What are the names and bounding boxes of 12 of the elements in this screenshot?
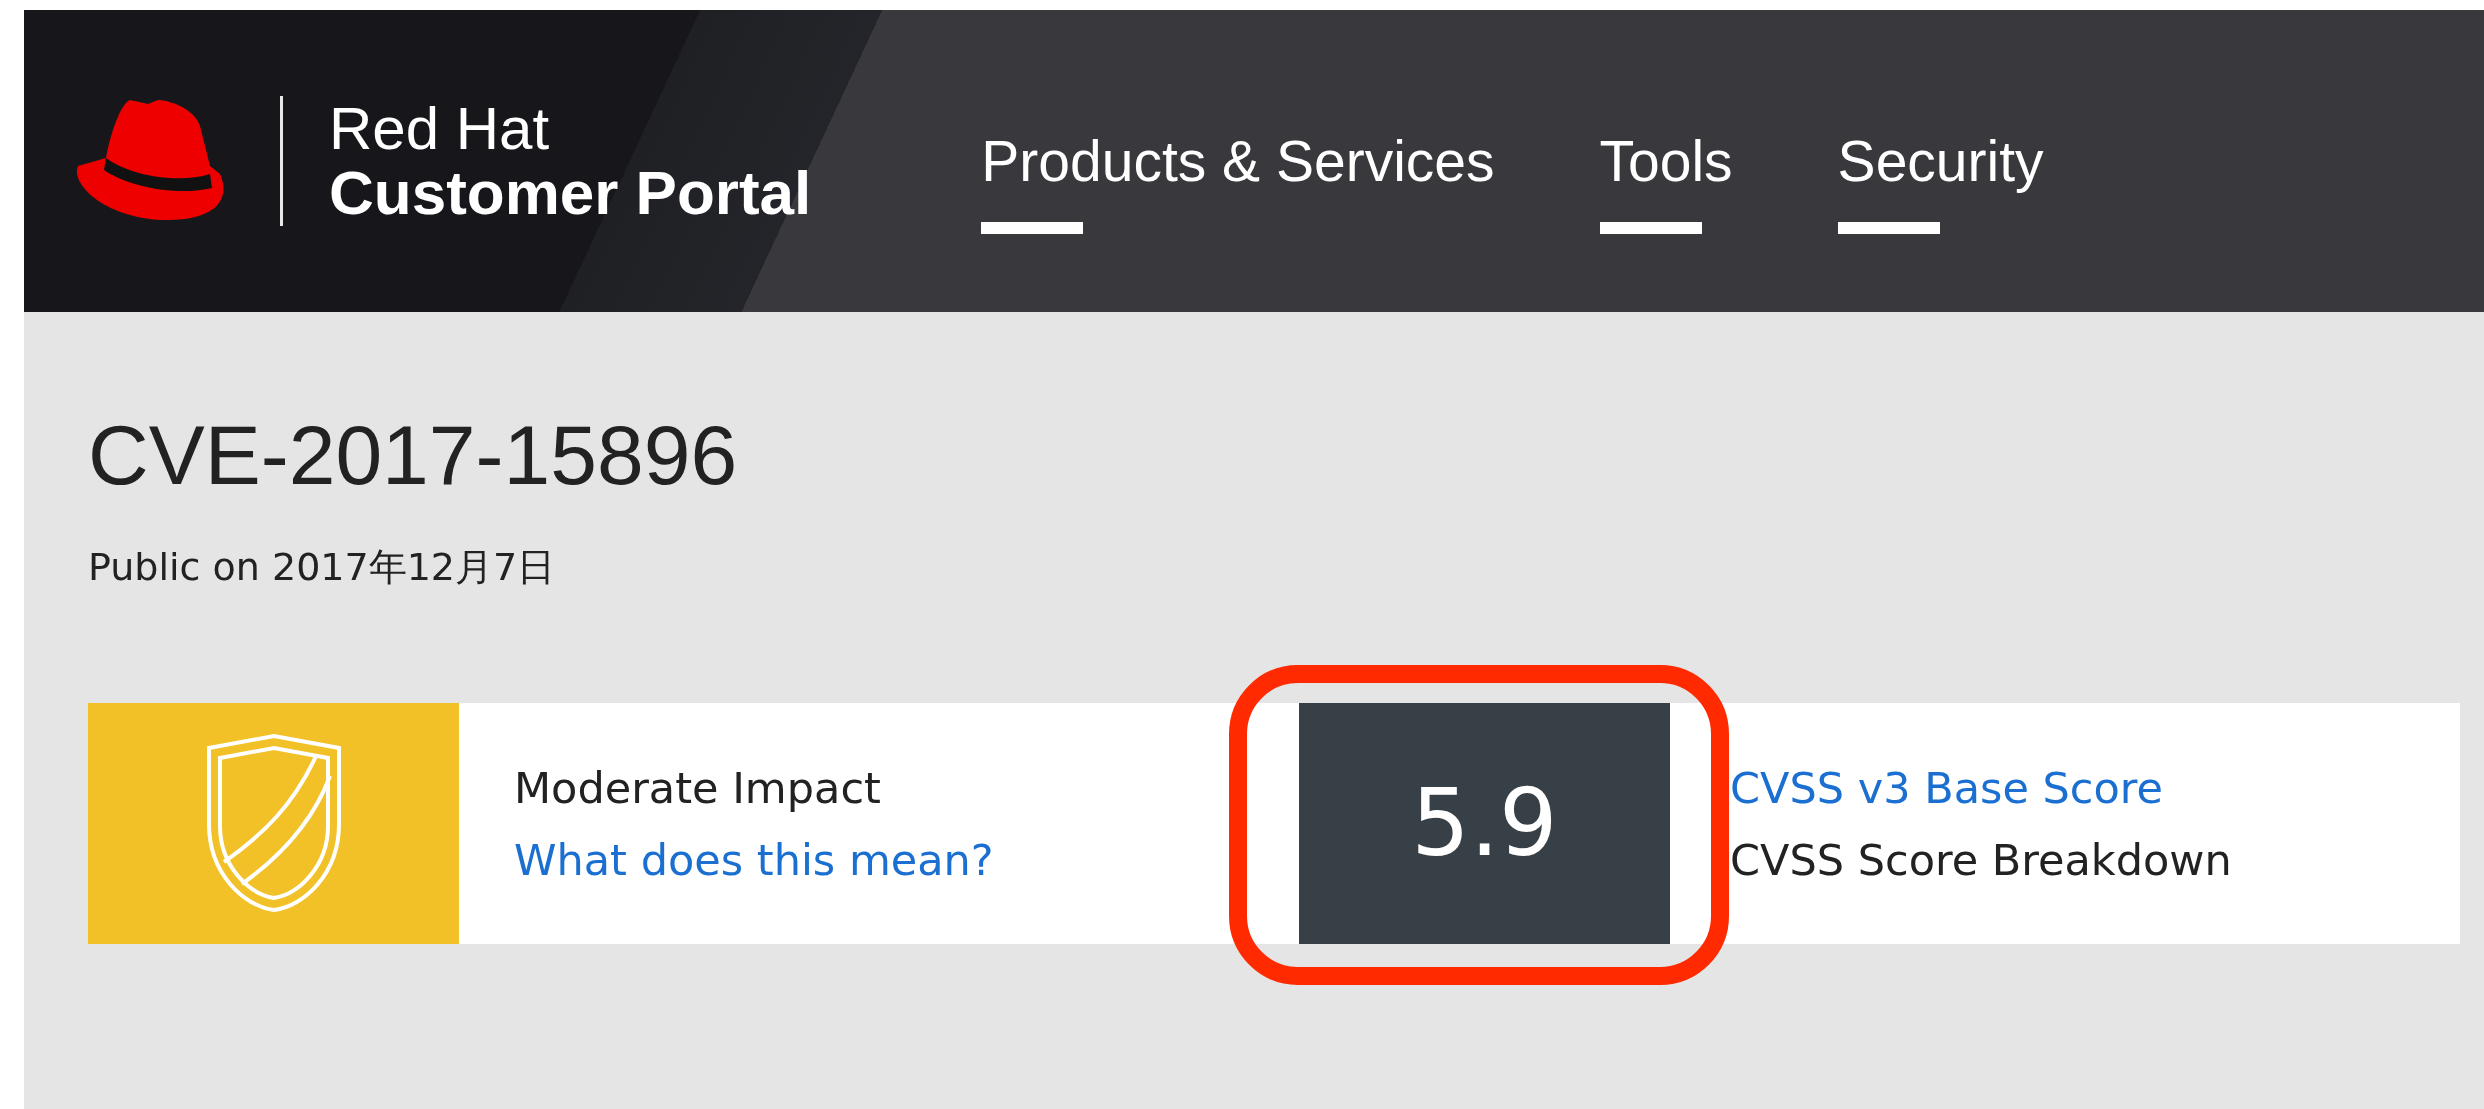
nav-link[interactable]: Products & Services [981, 88, 1495, 234]
score-breakdown: CVSS Score Breakdown [1730, 834, 2232, 885]
brand-name: Red Hat [329, 96, 551, 160]
cve-title: CVE-2017-15896 [88, 407, 739, 504]
portal-name: Customer Portal [329, 159, 812, 226]
impact-label: Moderate Impact [514, 762, 882, 813]
nav-link[interactable]: Security [1837, 88, 2044, 234]
publish-date: Public on 2017年12月7日 [88, 544, 557, 591]
nav-link[interactable]: Tools [1599, 88, 1733, 234]
impact-help-link[interactable]: What does this mean? [514, 834, 1014, 885]
score-value: 5.9 [1299, 703, 1670, 944]
cvss-link[interactable]: CVSS v3 Base Score [1730, 762, 2232, 813]
